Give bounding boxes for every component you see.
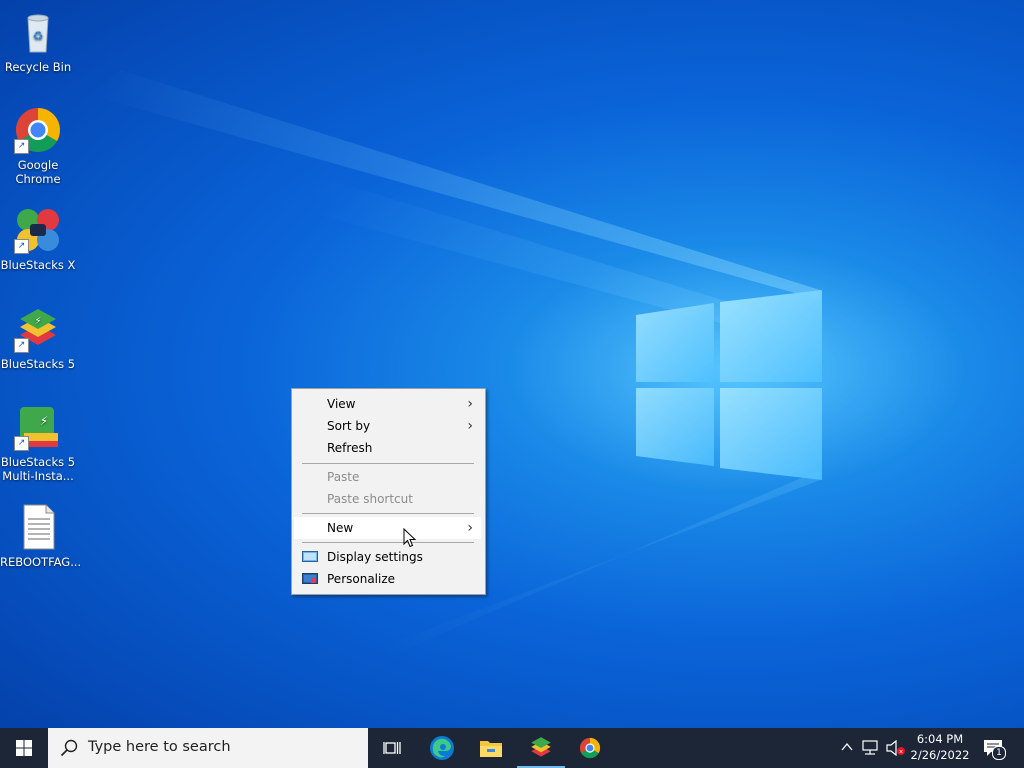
bluestacks-x-icon: ↗ — [14, 206, 62, 254]
menu-item-personalize[interactable]: Personalize — [294, 568, 481, 590]
menu-item-label: New — [327, 521, 354, 535]
menu-item-new[interactable]: New › — [294, 517, 481, 539]
task-view-icon — [383, 742, 401, 754]
desktop-icon-label: Recycle Bin — [4, 60, 72, 74]
clock-time: 6:04 PM — [916, 732, 964, 746]
menu-separator — [302, 542, 474, 543]
menu-separator — [302, 463, 474, 464]
task-view-button[interactable] — [368, 728, 416, 768]
desktop-icon-bluestacks-multi-instance[interactable]: ⚡ ↗ BlueStacks 5 Multi-Insta... — [0, 403, 76, 483]
search-icon — [60, 739, 78, 757]
personalize-icon — [302, 573, 318, 584]
recycle-bin-icon: ♻ — [14, 8, 62, 56]
svg-text:×: × — [898, 749, 903, 756]
show-hidden-icons-button[interactable] — [838, 728, 856, 768]
desktop-icon-bluestacks-5[interactable]: ⚡ ↗ BlueStacks 5 — [0, 305, 76, 371]
shortcut-arrow-icon: ↗ — [14, 338, 29, 353]
menu-item-display-settings[interactable]: Display settings — [294, 546, 481, 568]
menu-item-label: Refresh — [327, 441, 373, 455]
chevron-right-icon: › — [467, 520, 473, 536]
menu-separator — [302, 513, 474, 514]
desktop-icon-label: BlueStacks 5 Multi-Insta... — [0, 455, 76, 483]
desktop-icon-rebootfag[interactable]: REBOOTFAG... — [0, 503, 82, 569]
menu-item-label: Sort by — [327, 419, 371, 433]
mouse-cursor-icon — [403, 528, 417, 548]
network-status-button[interactable] — [860, 728, 882, 768]
volume-button[interactable]: × — [884, 728, 906, 768]
display-icon — [302, 551, 318, 562]
notification-count-badge: 1 — [992, 746, 1006, 760]
wallpaper-light-beams — [90, 70, 820, 660]
chrome-icon — [579, 737, 601, 759]
bluestacks-icon — [531, 737, 551, 757]
svg-text:⚡: ⚡ — [34, 316, 41, 327]
bluestacks-5-icon: ⚡ ↗ — [14, 305, 62, 353]
action-center-button[interactable]: 1 — [976, 728, 1024, 768]
menu-item-label: View — [327, 397, 356, 411]
windows-start-icon — [16, 740, 32, 756]
chevron-up-icon — [841, 742, 853, 751]
taskbar-search-box[interactable]: Type here to search — [48, 728, 368, 768]
menu-item-label: Paste — [327, 470, 360, 484]
desktop-icon-label: REBOOTFAG... — [0, 555, 82, 569]
menu-item-refresh[interactable]: Refresh — [294, 437, 481, 459]
menu-item-label: Personalize — [327, 572, 396, 586]
desktop-icon-label: Google Chrome — [15, 158, 61, 186]
shortcut-arrow-icon: ↗ — [14, 139, 29, 154]
menu-item-paste[interactable]: Paste — [294, 466, 481, 488]
taskbar-app-chrome[interactable] — [566, 728, 614, 768]
menu-item-paste-shortcut[interactable]: Paste shortcut — [294, 488, 481, 510]
chrome-icon: ↗ — [14, 106, 62, 154]
windows-wallpaper-logo — [636, 290, 822, 480]
chevron-right-icon: › — [467, 418, 473, 434]
shortcut-arrow-icon: ↗ — [14, 239, 29, 254]
taskbar-clock[interactable]: 6:04 PM 2/26/2022 — [906, 731, 974, 763]
clock-date: 2/26/2022 — [910, 748, 970, 762]
folder-icon — [480, 741, 502, 757]
bluestacks-multi-instance-icon: ⚡ ↗ — [14, 403, 62, 451]
text-document-icon — [14, 503, 62, 551]
menu-item-view[interactable]: View › — [294, 393, 481, 415]
search-placeholder: Type here to search — [88, 739, 231, 755]
desktop-icon-label: BlueStacks 5 — [0, 357, 76, 371]
desktop-icon-bluestacks-x[interactable]: ↗ BlueStacks X — [0, 206, 76, 272]
shortcut-arrow-icon: ↗ — [14, 436, 29, 451]
menu-item-label: Paste shortcut — [327, 492, 413, 506]
speaker-muted-icon: × — [886, 740, 905, 756]
edge-icon — [430, 736, 454, 760]
chevron-right-icon: › — [467, 396, 473, 412]
desktop-icon-label: BlueStacks X — [0, 258, 76, 272]
taskbar-app-bluestacks[interactable] — [517, 728, 565, 768]
desktop-icon-recycle-bin[interactable]: ♻ Recycle Bin — [0, 8, 76, 74]
menu-item-sort-by[interactable]: Sort by › — [294, 415, 481, 437]
desktop-icon-google-chrome[interactable]: ↗ Google Chrome — [0, 106, 76, 186]
network-icon — [862, 740, 878, 755]
taskbar: Type here to search × 6:04 PM 2/26/2022 … — [0, 728, 1024, 768]
desktop-context-menu: View › Sort by › Refresh Paste Paste sho… — [291, 388, 486, 595]
taskbar-app-file-explorer[interactable] — [467, 728, 515, 768]
start-button[interactable] — [0, 728, 48, 768]
menu-item-label: Display settings — [327, 550, 423, 564]
svg-text:⚡: ⚡ — [40, 414, 48, 428]
taskbar-app-edge[interactable] — [418, 728, 466, 768]
svg-text:♻: ♻ — [33, 29, 44, 43]
